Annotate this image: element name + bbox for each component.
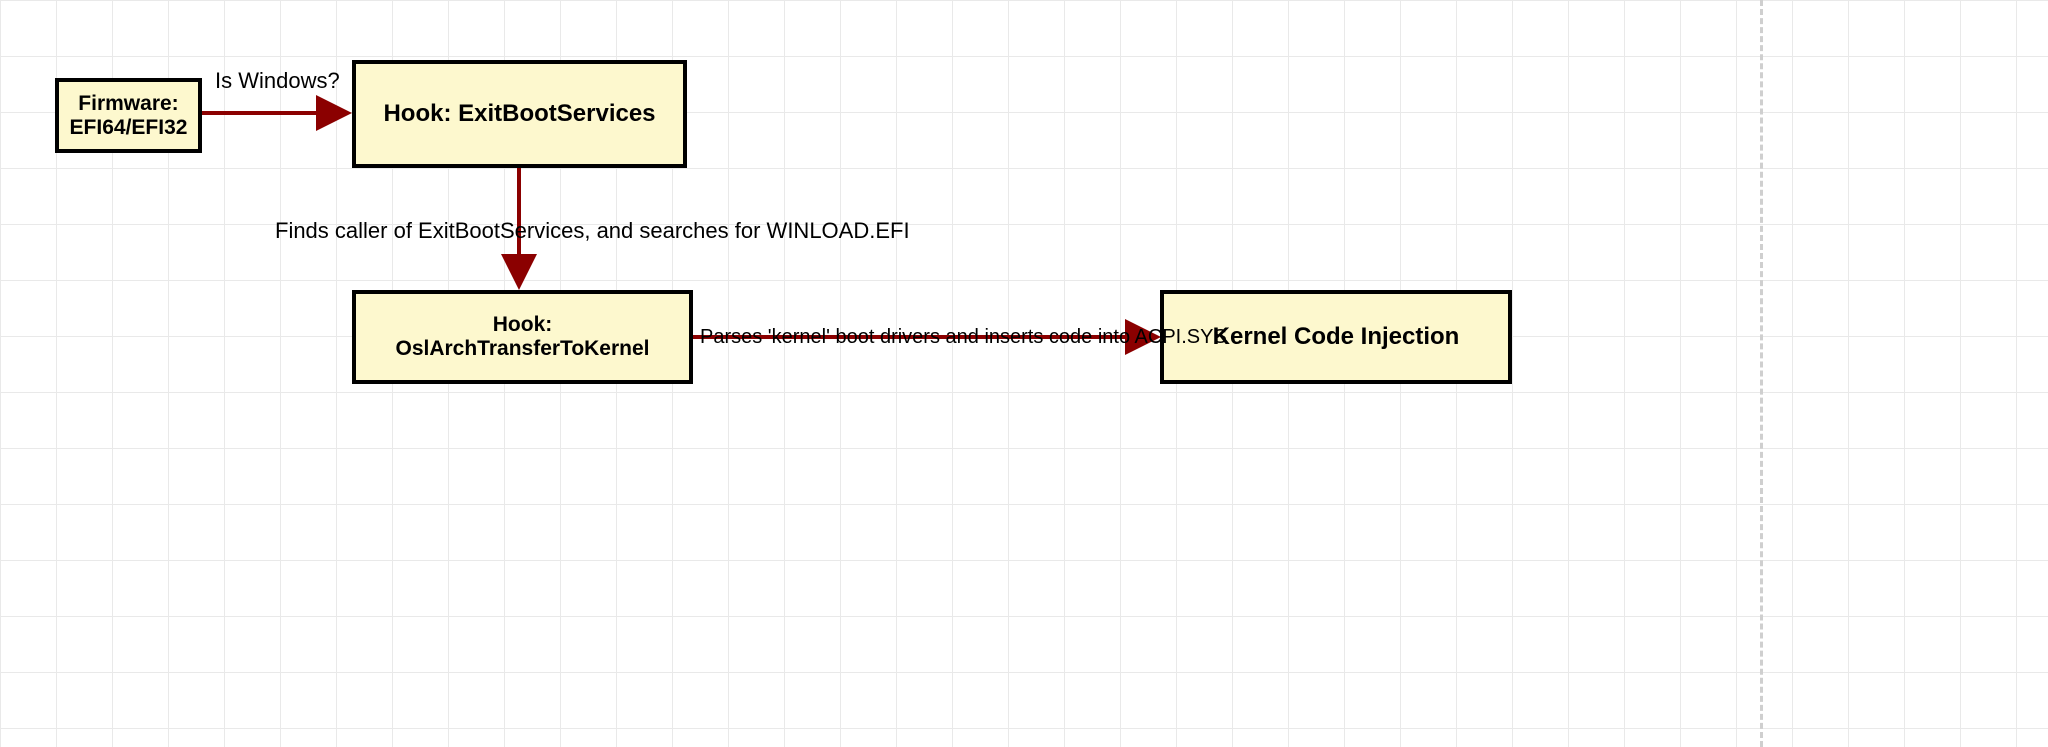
node-hook-oslarchtransfer: Hook: OslArchTransferToKernel: [352, 290, 693, 384]
node-firmware-label: Firmware:EFI64/EFI32: [70, 92, 188, 140]
node-hook-osl-label: Hook: OslArchTransferToKernel: [366, 313, 679, 361]
grid-background: [0, 0, 2048, 747]
edge-label-parse-acpi: Parses 'kernel' boot drivers and inserts…: [700, 326, 1227, 349]
node-kernel-inj-label: Kernel Code Injection: [1213, 323, 1460, 351]
edge-label-find-winload: Finds caller of ExitBootServices, and se…: [275, 218, 910, 244]
node-hook-ebs-label: Hook: ExitBootServices: [383, 100, 655, 128]
node-firmware: Firmware:EFI64/EFI32: [55, 78, 202, 153]
page-break-line: [1760, 0, 1763, 747]
node-hook-exitbootservices: Hook: ExitBootServices: [352, 60, 687, 168]
edge-label-is-windows: Is Windows?: [215, 68, 340, 94]
